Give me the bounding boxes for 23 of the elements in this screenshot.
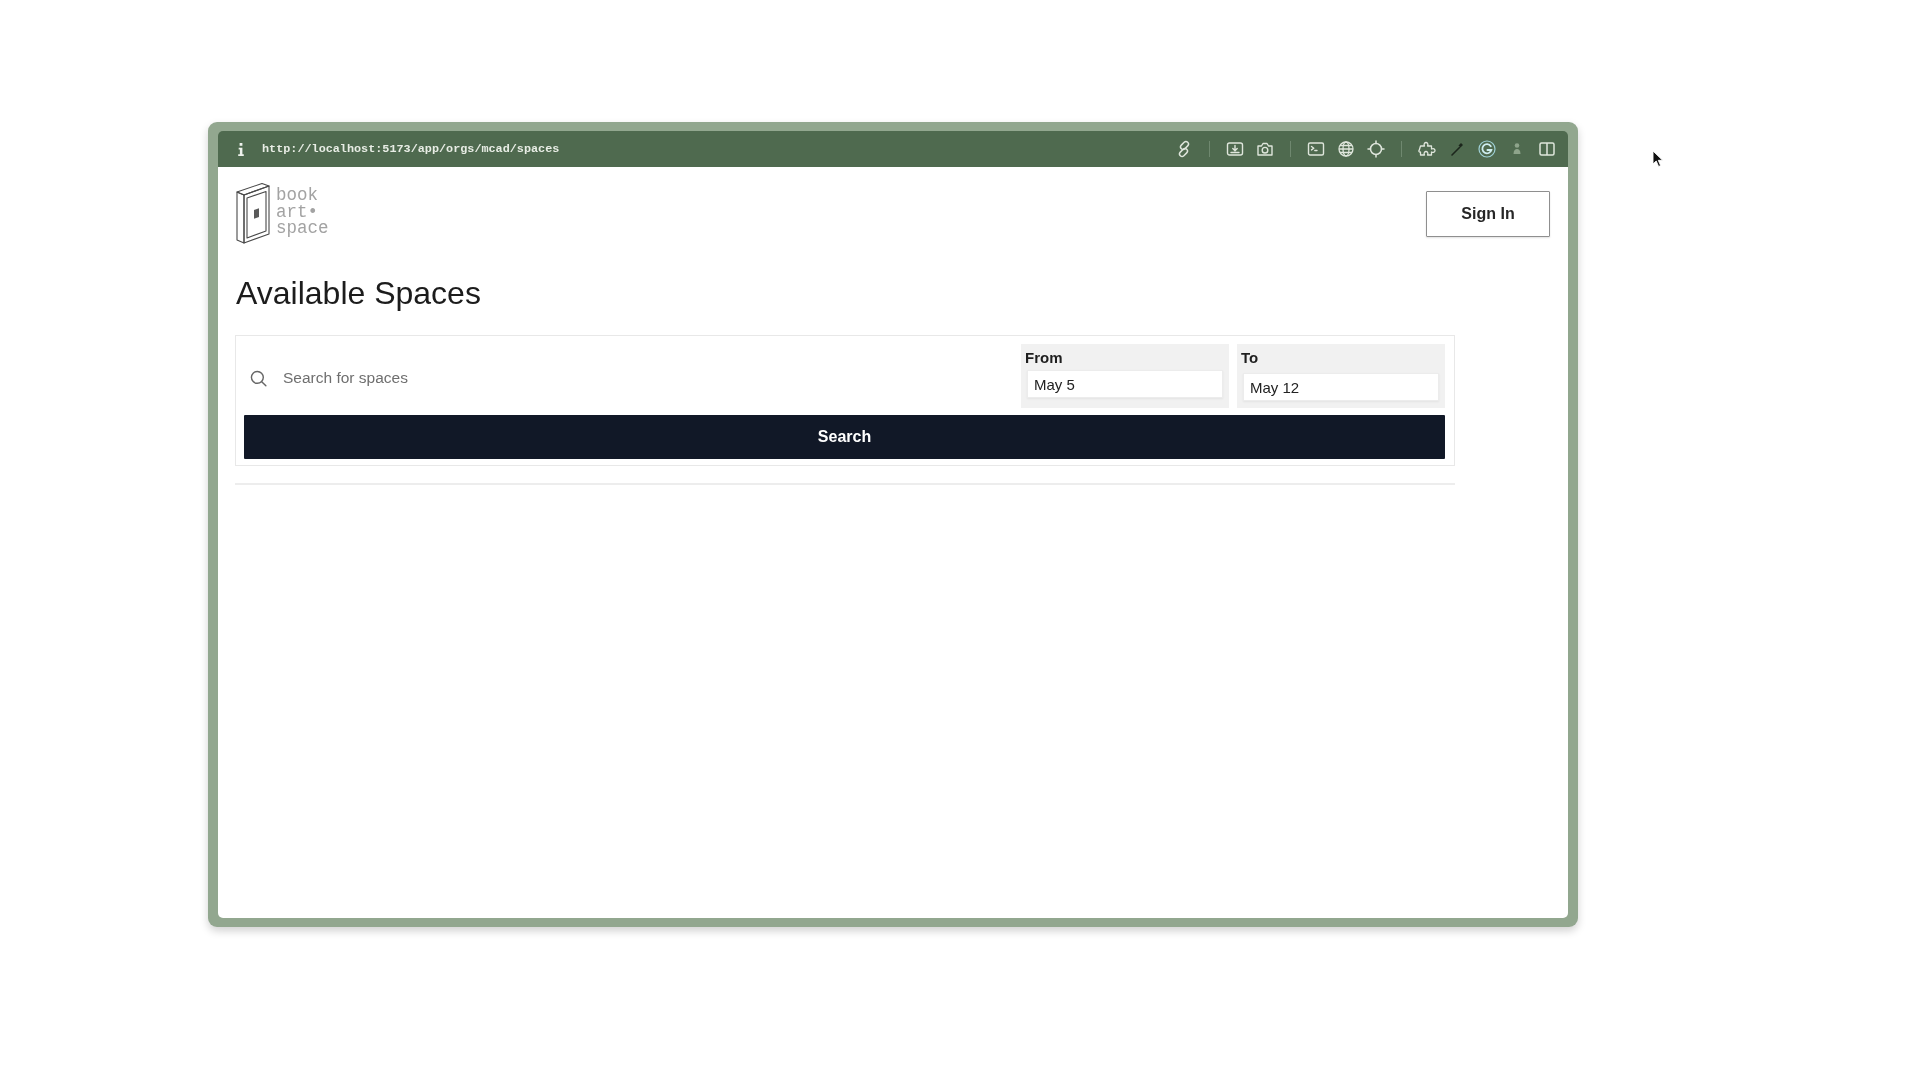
eyedropper-icon[interactable] — [1448, 140, 1466, 158]
book-logo-icon — [235, 183, 271, 245]
info-icon[interactable] — [238, 142, 244, 156]
camera-icon[interactable] — [1256, 140, 1274, 158]
split-view-icon[interactable] — [1538, 140, 1556, 158]
terminal-icon[interactable] — [1307, 140, 1325, 158]
field-label: To — [1241, 348, 1259, 368]
date-field[interactable]: May 5 — [1027, 370, 1223, 398]
crosshair-icon[interactable] — [1367, 140, 1385, 158]
search-button[interactable]: Search — [244, 415, 1445, 459]
download-box-icon[interactable] — [1226, 140, 1244, 158]
url-text[interactable]: http://localhost:5173/app/orgs/mcad/spaces — [262, 142, 560, 156]
search-field[interactable]: Search for spaces — [283, 365, 1013, 391]
sign-in-button[interactable]: Sign In — [1426, 191, 1550, 237]
globe-icon[interactable] — [1337, 140, 1355, 158]
field-label: From — [1025, 348, 1063, 368]
search-icon — [250, 369, 267, 387]
mouse-pointer-icon — [1652, 150, 1664, 168]
page-title: Available Spaces — [236, 274, 481, 312]
date-field[interactable]: May 12 — [1243, 373, 1439, 401]
circular-arrow-icon[interactable] — [1478, 140, 1496, 158]
puzzle-piece-icon[interactable] — [1418, 140, 1436, 158]
logo-wordmark: book art• space — [276, 187, 329, 237]
